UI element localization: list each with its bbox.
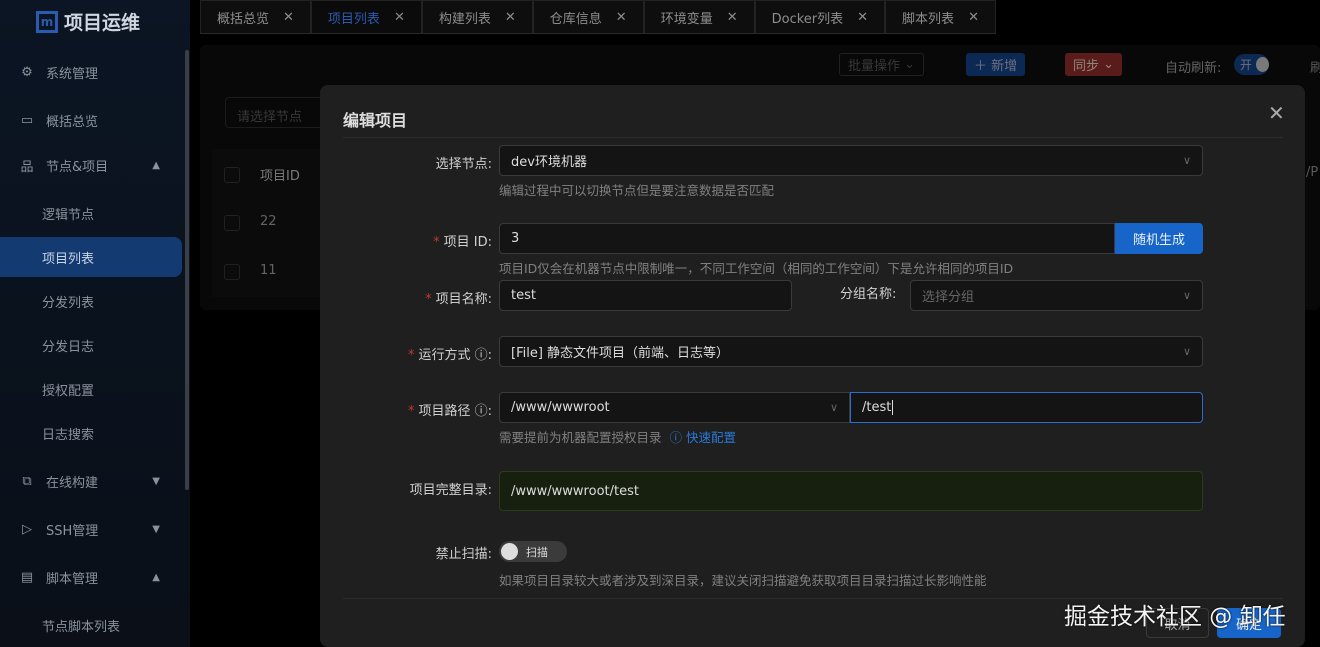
close-icon[interactable]: ✕ [1268,101,1285,125]
name-label: * 项目名称: [425,292,492,307]
sidebar: m 项目运维 ⚙ 系统管理 ▭ 概括总览 品节点&项目 ▲ 逻辑节点 项目列表 分发列表… [0,0,190,647]
chevron-down-icon: ∨ [829,401,838,414]
close-icon[interactable]: ✕ [857,10,868,25]
close-icon[interactable]: ✕ [394,10,405,25]
tab-overview[interactable]: 概括总览 ✕ [200,0,311,34]
sidebar-item-auth-config[interactable]: 授权配置 [0,369,182,409]
build-icon: ⧉ [22,473,32,489]
tab-env-vars[interactable]: 环境变量 ✕ [643,0,755,34]
group-select[interactable]: 选择分组 ∨ [910,280,1203,311]
chevron-down-icon: ∨ [1182,289,1191,302]
terminal-icon: ▷ [22,521,32,537]
tab-build-list[interactable]: 构建列表 ✕ [421,0,533,34]
tab-docker-list[interactable]: Docker列表 ✕ [754,0,886,34]
edit-project-modal: 编辑项目 ✕ 选择节点: dev环境机器 ∨ 编辑过程中可以切换节点但是要注意数据… [320,85,1305,647]
sidebar-item-ssh[interactable]: ▷ SSH管理 ▼ [0,509,182,549]
modal-title: 编辑项目 [343,111,408,130]
question-icon[interactable]: ⓘ [475,404,488,419]
node-label: 选择节点: [435,157,492,172]
path-help: 需要提前为机器配置授权目录 ⓘ 快速配置 [499,430,736,445]
project-name-input[interactable]: test [499,280,792,311]
divider [343,137,1283,138]
chevron-down-icon: ∨ [1182,154,1191,167]
sidebar-item-dispatch-log[interactable]: 分发日志 [0,325,182,365]
scan-toggle[interactable]: 扫描 [499,541,567,562]
sidebar-item-script[interactable]: ▤ 脚本管理 ▲ [0,557,182,597]
sidebar-item-project-list[interactable]: 项目列表 [0,237,182,277]
app-logo: m 项目运维 [36,8,140,35]
sidebar-scrollbar[interactable] [185,50,189,490]
sidebar-item-log-search[interactable]: 日志搜索 [0,413,182,453]
watermark: 掘金技术社区 @ 卸任 [1064,604,1286,630]
logo-icon: m [36,10,58,33]
close-icon[interactable]: ✕ [968,10,979,25]
close-icon[interactable]: ✕ [616,10,627,25]
chevron-up-icon: ▲ [152,159,160,171]
path-label: * 项目路径 ⓘ: [407,404,492,419]
sidebar-item-overview[interactable]: ▭ 概括总览 [0,100,182,140]
tab-repo-info[interactable]: 仓库信息 ✕ [532,0,644,34]
sidebar-item-system[interactable]: ⚙ 系统管理 [0,52,182,92]
tab-project-list[interactable]: 项目列表 ✕ [310,0,422,34]
random-generate-button[interactable]: 随机生成 [1115,223,1203,254]
sidebar-item-node-script[interactable]: 节点脚本列表 [0,605,182,645]
sidebar-item-dispatch-list[interactable]: 分发列表 [0,281,182,321]
node-help: 编辑过程中可以切换节点但是要注意数据是否匹配 [499,183,775,198]
full-path-display: /www/wwwroot/test [499,471,1203,511]
sidebar-item-logic-node[interactable]: 逻辑节点 [0,193,182,233]
file-icon: ▤ [20,569,34,585]
tab-script-list[interactable]: 脚本列表 ✕ [885,0,996,34]
sidebar-item-online-build[interactable]: ⧉ 在线构建 ▼ [0,461,182,501]
close-icon[interactable]: ✕ [727,10,738,25]
chevron-down-icon: ▼ [152,523,160,535]
id-label: * 项目 ID: [433,235,492,250]
path-sub-input[interactable]: /test [850,392,1203,423]
scan-help: 如果项目目录较大或者涉及到深目录，建议关闭扫描避免获取项目目录扫描过长影响性能 [499,573,987,588]
scan-label: 禁止扫描: [435,547,492,562]
question-icon[interactable]: ⓘ [475,348,488,363]
project-id-input[interactable]: 3 [499,223,1115,254]
run-mode-select[interactable]: [File] 静态文件项目（前端、日志等） ∨ [499,336,1203,367]
sidebar-item-node-project[interactable]: 品节点&项目 ▲ [0,145,182,185]
group-label: 分组名称: [840,287,897,302]
node-select[interactable]: dev环境机器 ∨ [499,145,1203,176]
chevron-down-icon: ∨ [1182,345,1191,358]
info-icon: ⓘ [669,430,682,445]
gear-icon: ⚙ [21,64,33,80]
sitemap-icon: 品 [20,159,34,175]
toggle-knob [501,543,518,560]
laptop-icon: ▭ [20,112,34,128]
chevron-down-icon: ▼ [152,475,160,487]
close-icon[interactable]: ✕ [283,10,294,25]
close-icon[interactable]: ✕ [505,10,516,25]
chevron-up-icon: ▲ [152,571,160,583]
text-cursor [892,400,894,415]
run-mode-label: * 运行方式 ⓘ: [407,348,492,363]
path-root-select[interactable]: /www/wwwroot ∨ [499,392,850,423]
tab-bar: 概括总览 ✕ 项目列表 ✕ 构建列表 ✕ 仓库信息 ✕ 环境变量 ✕ Docker列表 ✕ … [200,0,996,34]
quick-config-link[interactable]: 快速配置 [686,430,736,445]
id-help: 项目ID仅会在机器节点中限制唯一，不同工作空间（相同的工作空间）下是允许相同的项… [499,261,1014,276]
full-path-label: 项目完整目录: [409,483,492,498]
